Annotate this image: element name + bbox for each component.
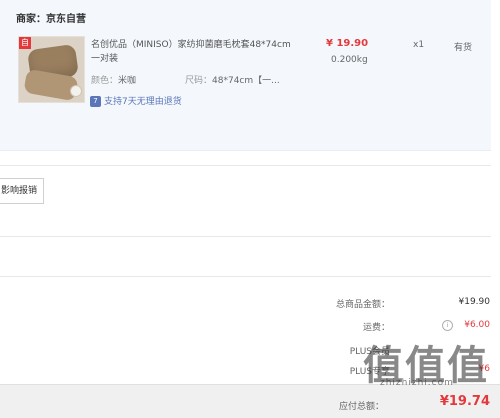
size-label: 尺码： <box>185 76 213 86</box>
size-attribute: 尺码：48*74cm【一... <box>185 73 280 86</box>
divider <box>0 165 491 166</box>
thumbnail-dot <box>70 85 82 97</box>
size-value: 48*74cm【一... <box>212 76 280 86</box>
self-operated-badge: 自 <box>19 37 31 49</box>
color-label: 颜色： <box>91 76 119 86</box>
return-policy-text: 支持7天无理由退货 <box>104 97 182 107</box>
color-attribute: 颜色：米咖 <box>91 73 136 86</box>
return-badge-icon: 7 <box>90 96 101 107</box>
freight-value: ¥6.00 <box>464 320 490 330</box>
divider <box>0 276 491 277</box>
total-goods-value: ¥19.90 <box>458 297 491 307</box>
product-thumbnail[interactable]: 自 <box>18 36 85 103</box>
product-name-link[interactable]: 名创优品（MINISO）家纺抑菌磨毛枕套48*74cm 一对装 <box>91 38 296 66</box>
shop-label: 商家：京东自营 <box>16 14 86 25</box>
watermark-url: zhizhizhi.com <box>380 378 454 388</box>
divider <box>0 236 491 237</box>
freight-label: 运费： <box>362 323 390 333</box>
invoice-button[interactable]: 影响报销 <box>0 178 44 204</box>
product-price: ¥ 19.90 <box>326 38 369 49</box>
payable-total-value: ¥19.74 <box>439 394 490 409</box>
product-quantity: x1 <box>413 40 425 50</box>
product-weight: 0.200kg <box>331 55 368 65</box>
stock-status: 有货 <box>454 43 473 53</box>
payable-total-label: 应付总额： <box>338 402 384 412</box>
total-goods-label: 总商品金额： <box>335 300 390 310</box>
color-value: 米咖 <box>118 76 137 86</box>
return-policy-link[interactable]: 7 支持7天无理由退货 <box>90 96 182 108</box>
